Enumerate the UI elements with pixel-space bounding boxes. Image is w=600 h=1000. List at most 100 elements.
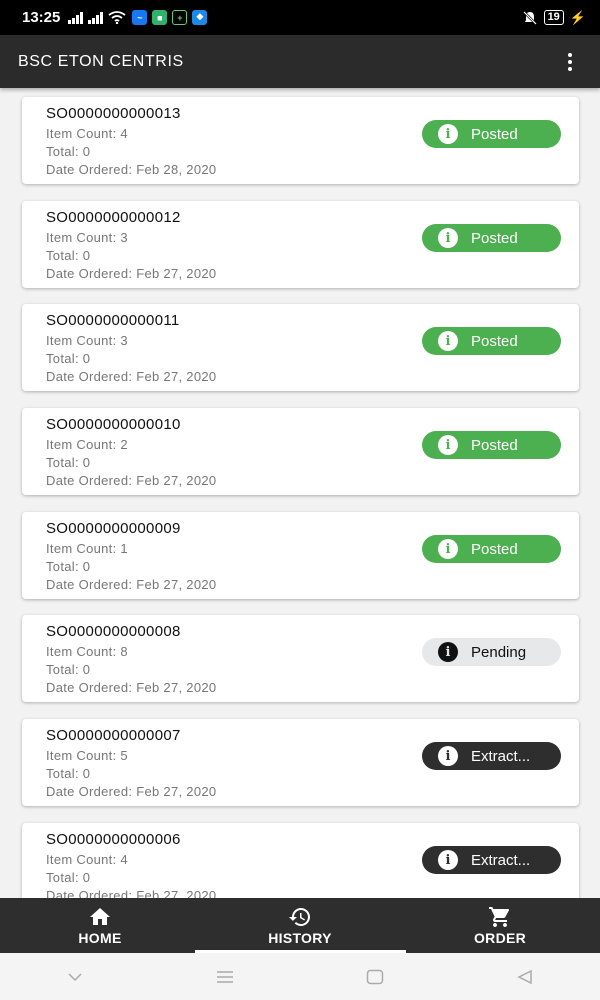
shield-app-icon: ■ [152,10,168,25]
total-value: 0 [82,662,91,677]
sync-app-icon: ❖ [192,10,208,25]
order-card[interactable]: SO0000000000013 Item Count: 4 Total: 0 D… [22,97,579,184]
nav-history[interactable]: HISTORY [200,898,400,953]
status-chip[interactable]: i Posted [422,431,561,459]
order-card[interactable]: SO0000000000008 Item Count: 8 Total: 0 D… [22,615,579,702]
status-time: 13:25 [22,9,61,26]
recent-apps-icon[interactable] [213,965,237,989]
cart-icon [489,907,510,927]
status-label: Posted [471,229,518,247]
item-count-line: Item Count: 3 [46,333,128,348]
date-ordered-value: Feb 28, 2020 [136,162,217,177]
total-line: Total: 0 [46,455,91,470]
order-number: SO0000000000009 [46,520,181,537]
item-count-line: Item Count: 1 [46,541,128,556]
nav-order[interactable]: ORDER [400,898,600,953]
item-count-line: Item Count: 8 [46,644,128,659]
signal-icon [68,11,84,24]
item-count-line: Item Count: 3 [46,230,128,245]
total-value: 0 [82,351,91,366]
status-label: Posted [471,125,518,143]
back-icon[interactable] [513,965,537,989]
app-title: BSC ETON CENTRIS [18,52,184,70]
wifi-icon [108,11,126,24]
item-count-line: Item Count: 5 [46,748,128,763]
order-number: SO0000000000013 [46,105,181,122]
total-line: Total: 0 [46,248,91,263]
battery-icon: 19 [543,10,564,25]
item-count-line: Item Count: 4 [46,126,128,141]
order-number: SO0000000000011 [46,312,180,329]
date-ordered-line: Date Ordered: Feb 27, 2020 [46,266,217,281]
info-icon: i [438,331,458,351]
status-bar: 13:25 ~ ■ + ❖ 19 ⚡ [0,0,600,35]
order-history-list[interactable]: SO0000000000013 Item Count: 4 Total: 0 D… [0,88,600,898]
bottom-navigation: HOME HISTORY ORDER [0,898,600,953]
info-icon: i [438,850,458,870]
total-value: 0 [82,144,91,159]
date-ordered-line: Date Ordered: Feb 27, 2020 [46,473,217,488]
total-line: Total: 0 [46,870,91,885]
nav-home-label: HOME [78,930,122,946]
item-count-line: Item Count: 4 [46,852,128,867]
system-navigation-bar [0,953,600,1000]
chevron-down-icon[interactable] [63,965,87,989]
status-chip[interactable]: i Extract... [422,846,561,874]
date-ordered-value: Feb 27, 2020 [136,888,217,898]
nav-order-label: ORDER [473,930,527,946]
status-chip[interactable]: i Posted [422,120,561,148]
nav-home[interactable]: HOME [0,898,200,953]
item-count-value: 8 [120,644,128,659]
date-ordered-line: Date Ordered: Feb 27, 2020 [46,784,217,799]
order-card[interactable]: SO0000000000006 Item Count: 4 Total: 0 D… [22,823,579,898]
item-count-value: 1 [120,541,128,556]
bell-off-icon [522,10,537,25]
app-bar: BSC ETON CENTRIS [0,35,600,88]
date-ordered-value: Feb 27, 2020 [136,680,217,695]
more-options-icon[interactable] [558,50,582,74]
info-icon: i [438,539,458,559]
total-line: Total: 0 [46,766,91,781]
info-icon: i [438,124,458,144]
status-chip[interactable]: i Posted [422,535,561,563]
total-value: 0 [82,559,91,574]
info-icon: i [438,642,458,662]
total-line: Total: 0 [46,559,91,574]
info-icon: i [438,228,458,248]
status-chip[interactable]: i Pending [422,638,561,666]
status-label: Pending [471,643,527,661]
order-card[interactable]: SO0000000000011 Item Count: 3 Total: 0 D… [22,304,579,391]
item-count-value: 4 [120,126,128,141]
status-chip[interactable]: i Extract... [422,742,561,770]
item-count-value: 2 [120,437,128,452]
total-value: 0 [82,455,91,470]
order-card[interactable]: SO0000000000012 Item Count: 3 Total: 0 D… [22,201,579,288]
status-label: Posted [471,332,518,350]
date-ordered-value: Feb 27, 2020 [136,577,217,592]
status-chip[interactable]: i Posted [422,327,561,355]
signal-icon [88,11,104,24]
status-chip[interactable]: i Posted [422,224,561,252]
status-right: 19 ⚡ [522,10,586,26]
nav-history-label: HISTORY [268,930,332,946]
home-button-icon[interactable] [363,965,387,989]
info-icon: i [438,746,458,766]
order-number: SO0000000000007 [46,727,181,744]
messenger-icon: ~ [132,10,148,25]
order-number: SO0000000000008 [46,623,181,640]
total-line: Total: 0 [46,351,91,366]
order-card[interactable]: SO0000000000009 Item Count: 1 Total: 0 D… [22,512,579,599]
date-ordered-value: Feb 27, 2020 [136,473,217,488]
order-card[interactable]: SO0000000000007 Item Count: 5 Total: 0 D… [22,719,579,806]
date-ordered-value: Feb 27, 2020 [136,266,217,281]
item-count-value: 4 [120,852,128,867]
order-number: SO0000000000006 [46,831,181,848]
item-count-line: Item Count: 2 [46,437,128,452]
order-card[interactable]: SO0000000000010 Item Count: 2 Total: 0 D… [22,408,579,495]
date-ordered-value: Feb 27, 2020 [136,369,217,384]
date-ordered-line: Date Ordered: Feb 27, 2020 [46,888,216,898]
total-line: Total: 0 [46,662,91,677]
total-value: 0 [82,248,91,263]
date-ordered-line: Date Ordered: Feb 27, 2020 [46,577,217,592]
item-count-value: 3 [120,230,128,245]
